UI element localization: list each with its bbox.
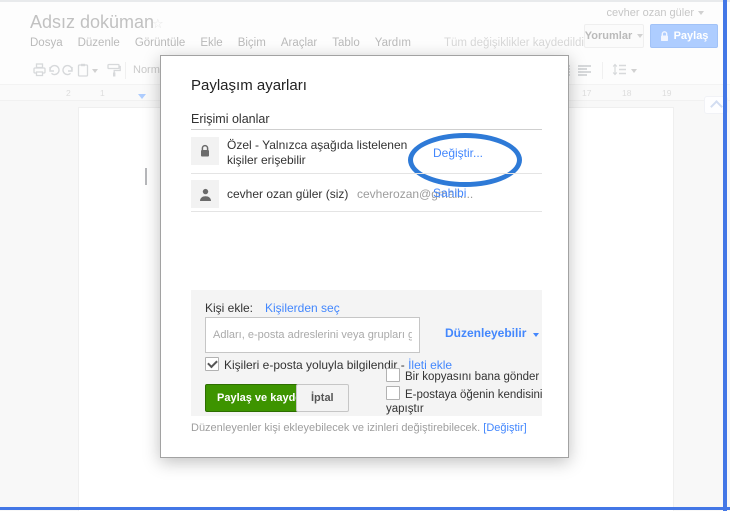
notify-label: Kişileri e-posta yoluyla bilgilendir - [224, 358, 409, 372]
permission-dropdown[interactable]: Düzenleyebilir [445, 326, 539, 340]
divider [191, 129, 542, 130]
window-border-bottom [0, 507, 730, 510]
add-people-label: Kişi ekle: [205, 301, 254, 315]
paste-item-label-line2: yapıştır [386, 403, 424, 415]
divider [191, 211, 542, 212]
footer-change-link[interactable]: [Değiştir] [483, 422, 526, 434]
visibility-text: Özel - Yalnızca aşağıda listelenen kişil… [227, 138, 408, 167]
footer-text: Düzenleyenler kişi ekleyebilecek ve izin… [191, 422, 481, 434]
dialog-title: Paylaşım ayarları [191, 77, 307, 94]
cancel-label: İptal [311, 392, 334, 404]
lock-icon [201, 144, 209, 157]
send-copy-label: Bir kopyasını bana gönder [405, 371, 540, 383]
divider [191, 173, 542, 174]
invite-people-input[interactable] [205, 317, 420, 353]
person-icon [199, 188, 211, 201]
visibility-icon-tile [191, 137, 219, 165]
chevron-down-icon [532, 333, 539, 337]
check-icon [207, 357, 218, 369]
permission-dropdown-label: Düzenleyebilir [445, 326, 527, 340]
notify-checkbox[interactable] [205, 357, 219, 371]
paste-item-label-line1: E-postaya öğenin kendisini [405, 389, 543, 401]
choose-from-contacts-link[interactable]: Kişilerden seç [265, 301, 340, 315]
extra-options: Bir kopyasını bana gönder E-postaya öğen… [386, 368, 546, 416]
access-section-header: Erişimi olanlar [191, 112, 270, 126]
send-copy-option: Bir kopyasını bana gönder [386, 368, 546, 384]
paste-item-checkbox[interactable] [386, 386, 400, 400]
share-and-save-label: Paylaş ve kaydet [217, 392, 306, 404]
cancel-button[interactable]: İptal [296, 384, 349, 412]
paste-item-option: E-postaya öğenin kendisini yapıştır [386, 386, 546, 416]
window-border-right [723, 0, 727, 511]
owner-name: cevher ozan güler (siz) [227, 187, 349, 201]
dialog-footer: Düzenleyenler kişi ekleyebilecek ve izin… [191, 422, 527, 434]
add-people-panel: Kişi ekle: Kişilerden seç Düzenleyebilir… [191, 290, 542, 416]
annotation-ellipse [408, 133, 522, 187]
send-copy-checkbox[interactable] [386, 368, 400, 382]
owner-icon-tile [191, 180, 219, 208]
sharing-settings-dialog: Paylaşım ayarları Erişimi olanlar Özel -… [160, 55, 569, 458]
owner-role-link[interactable]: Sahibi [433, 186, 466, 200]
app-window: Adsız doküman ☆ cevher ozan güler Dosya … [0, 0, 730, 511]
